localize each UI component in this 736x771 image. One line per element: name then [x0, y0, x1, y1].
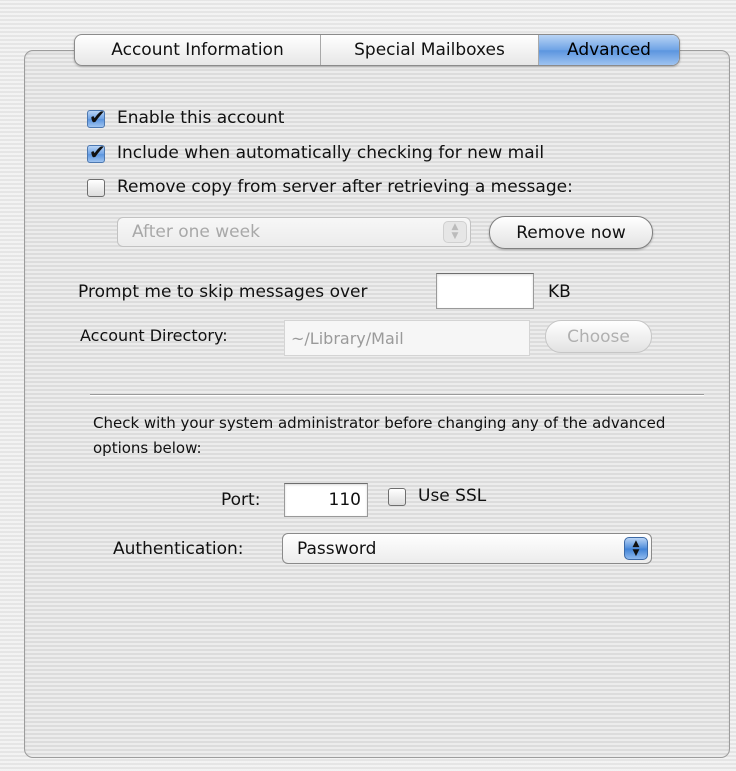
remove-copy-checkbox[interactable] — [87, 179, 105, 197]
tab-account-information[interactable]: Account Information — [75, 35, 321, 65]
choose-directory-button[interactable]: Choose — [545, 320, 652, 353]
section-divider — [90, 394, 704, 396]
updown-arrows-icon: ▲ ▼ — [624, 537, 648, 560]
tab-bar: Account Information Special Mailboxes Ad… — [74, 34, 680, 66]
advanced-options-note: Check with your system administrator bef… — [93, 414, 666, 457]
remove-after-select[interactable]: After one week ▲ ▼ — [117, 217, 471, 247]
updown-arrows-icon: ▲ ▼ — [443, 221, 467, 243]
include-auto-check-checkbox[interactable]: ✔ — [87, 140, 106, 164]
account-directory-label: Account Directory: — [80, 326, 228, 345]
authentication-value: Password — [297, 538, 377, 559]
authentication-select[interactable]: Password ▲ ▼ — [282, 533, 652, 564]
include-auto-check-label: Include when automatically checking for … — [117, 143, 545, 163]
account-directory-field: ~/Library/Mail — [284, 320, 530, 356]
enable-account-checkbox[interactable]: ✔ — [87, 105, 106, 129]
remove-copy-label: Remove copy from server after retrieving… — [117, 177, 573, 197]
checkmark-icon: ✔ — [89, 140, 106, 164]
remove-after-value: After one week — [132, 222, 260, 242]
use-ssl-label: Use SSL — [418, 486, 487, 506]
checkmark-icon: ✔ — [89, 105, 106, 129]
kb-unit-label: KB — [548, 282, 571, 302]
skip-size-input[interactable] — [436, 273, 534, 309]
tab-advanced[interactable]: Advanced — [539, 35, 679, 65]
authentication-label: Authentication: — [113, 539, 244, 559]
use-ssl-checkbox[interactable] — [388, 488, 406, 506]
enable-account-label: Enable this account — [117, 108, 285, 128]
port-label: Port: — [221, 490, 261, 510]
tab-special-mailboxes[interactable]: Special Mailboxes — [321, 35, 539, 65]
port-input[interactable]: 110 — [284, 483, 368, 517]
prompt-skip-label: Prompt me to skip messages over — [78, 282, 368, 302]
remove-now-button[interactable]: Remove now — [489, 216, 653, 249]
